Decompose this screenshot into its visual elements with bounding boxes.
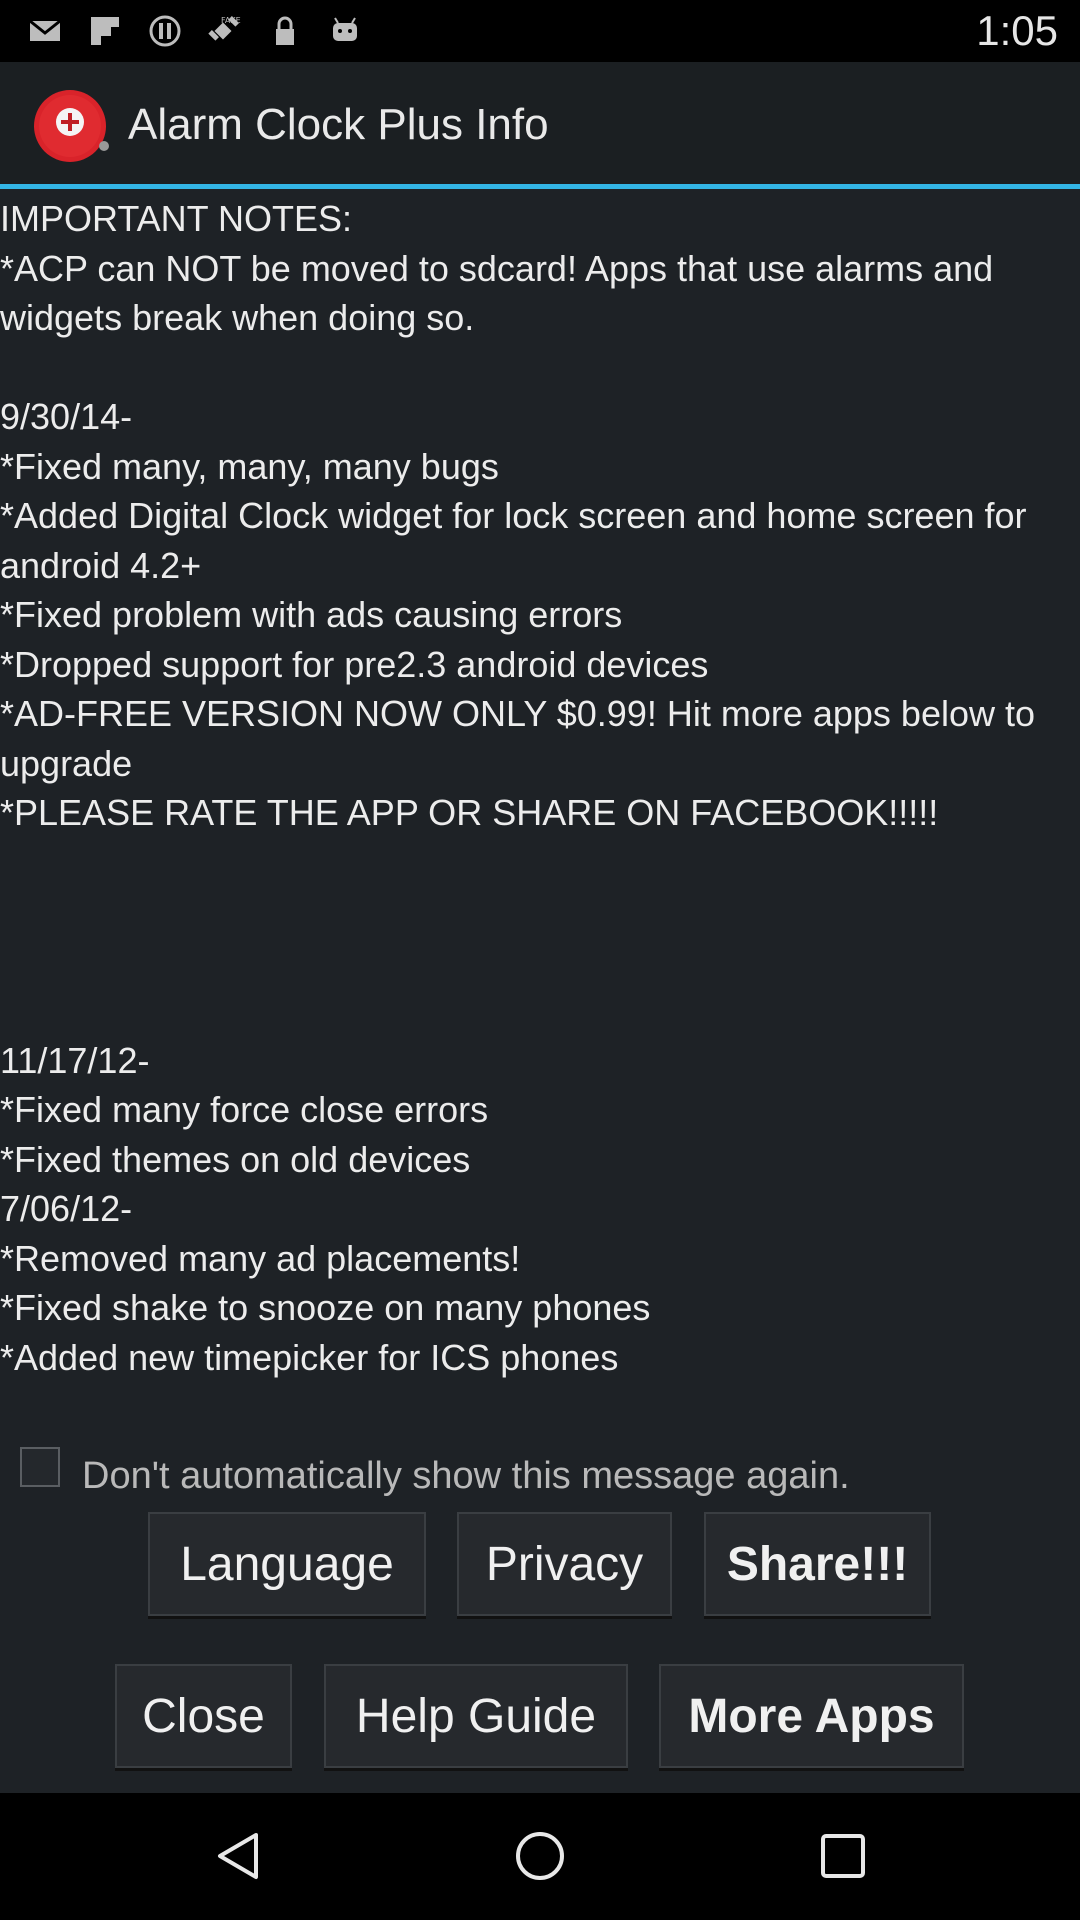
release-notes: IMPORTANT NOTES: *ACP can NOT be moved t…	[0, 198, 1036, 1378]
language-button[interactable]: Language	[148, 1512, 426, 1616]
share-button[interactable]: Share!!!	[704, 1512, 931, 1616]
dont-show-again-row[interactable]: Don't automatically show this message ag…	[20, 1436, 850, 1498]
help-guide-button[interactable]: Help Guide	[324, 1664, 628, 1768]
status-clock: 1:05	[976, 7, 1058, 54]
close-button[interactable]: Close	[115, 1664, 292, 1768]
screen: FAKE 1:05 Alarm Clock Plus Info IMPORTAN…	[0, 0, 1080, 1920]
gps-fake-icon: FAKE	[206, 12, 244, 50]
svg-text:FAKE: FAKE	[221, 16, 241, 25]
alarm-clock-plus-icon	[34, 90, 109, 162]
more-apps-button[interactable]: More Apps	[659, 1664, 964, 1768]
back-icon[interactable]	[206, 1823, 272, 1889]
android-icon	[326, 12, 364, 50]
flipboard-icon	[86, 12, 124, 50]
page-title: Alarm Clock Plus Info	[128, 100, 549, 149]
status-bar: FAKE 1:05	[0, 0, 1080, 62]
gmail-icon	[26, 12, 64, 50]
dont-show-again-checkbox[interactable]	[20, 1447, 60, 1487]
title-divider	[0, 184, 1080, 189]
dont-show-again-label[interactable]: Don't automatically show this message ag…	[82, 1454, 850, 1498]
lock-icon	[266, 12, 304, 50]
navigation-bar	[0, 1793, 1080, 1920]
home-icon[interactable]	[507, 1823, 573, 1889]
alert-icon	[146, 12, 184, 50]
title-bar: Alarm Clock Plus Info	[0, 62, 1080, 184]
privacy-button[interactable]: Privacy	[457, 1512, 672, 1616]
recents-icon[interactable]	[810, 1823, 876, 1889]
notification-icons: FAKE	[26, 12, 364, 50]
